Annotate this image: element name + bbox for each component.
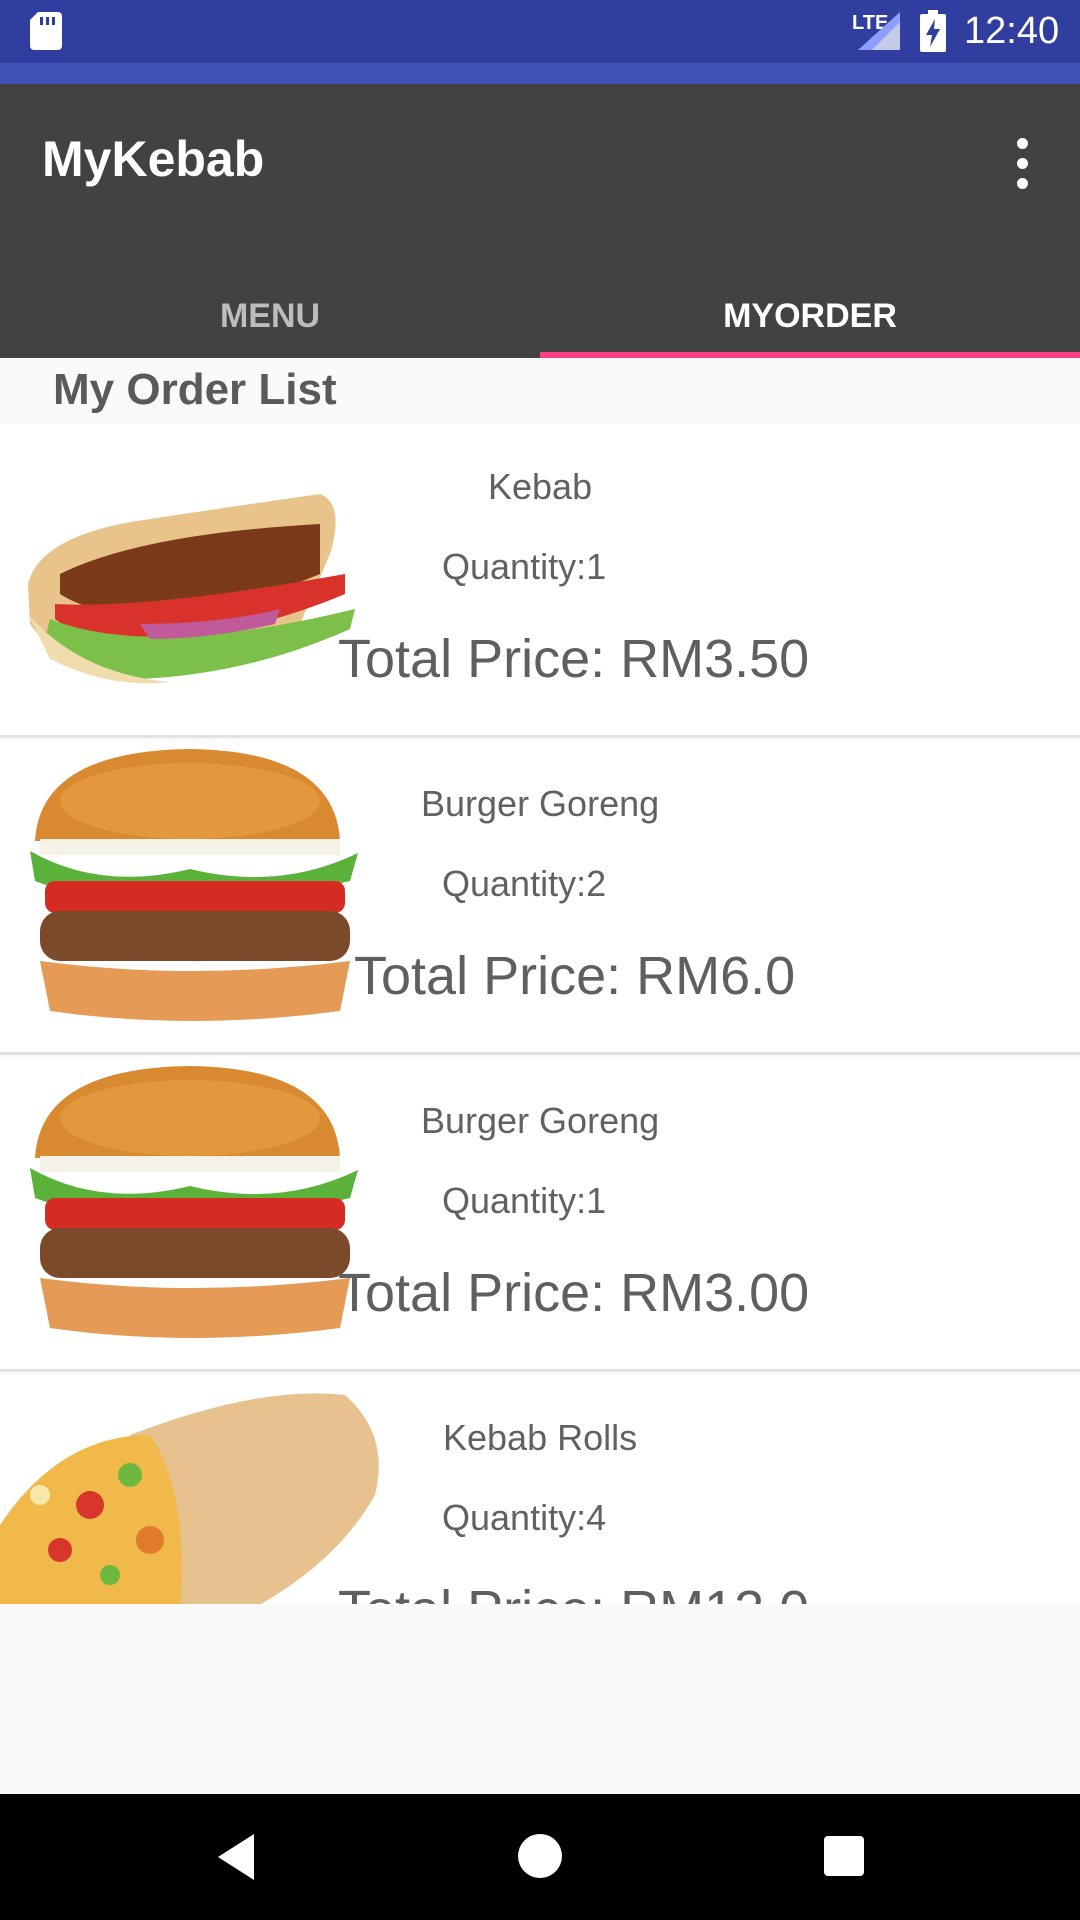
order-list[interactable]: Kebab Quantity:1 Total Price: RM3.50 Bur… (0, 424, 1080, 1604)
order-item[interactable]: Burger Goreng Quantity:2 Total Price: RM… (0, 741, 1080, 1055)
system-nav-bar (0, 1794, 1080, 1920)
item-total-price: Total Price: RM3.50 (338, 629, 810, 689)
item-quantity: Quantity:4 (442, 1497, 607, 1538)
back-icon[interactable] (214, 1832, 258, 1882)
order-item[interactable]: Kebab Rolls Quantity:4 Total Price: RM12… (0, 1375, 1080, 1604)
more-vert-icon[interactable] (1000, 128, 1044, 198)
item-name: Burger Goreng (421, 783, 660, 824)
tab-menu[interactable]: MENU (0, 274, 540, 358)
item-name: Kebab Rolls (443, 1417, 638, 1458)
battery-charging-icon (920, 10, 946, 52)
app-title: MyKebab (42, 131, 265, 187)
order-list-title: My Order List (53, 365, 337, 414)
item-total-price: Total Price: RM3.00 (338, 1263, 810, 1323)
lte-signal-icon (858, 12, 900, 50)
status-clock: 12:40 (964, 10, 1060, 52)
kebab-roll-image (0, 1393, 379, 1604)
recents-icon[interactable] (824, 1836, 864, 1876)
order-item[interactable]: Burger Goreng Quantity:1 Total Price: RM… (0, 1058, 1080, 1372)
item-quantity: Quantity:2 (442, 863, 607, 904)
item-total-price: Total Price: RM6.0 (354, 946, 796, 1006)
status-bar-accent (0, 63, 1080, 84)
app-toolbar: MyKebab MENU MYORDER (0, 84, 1080, 358)
sd-card-icon (30, 12, 62, 50)
item-name: Kebab (488, 466, 593, 507)
home-icon[interactable] (518, 1834, 562, 1878)
tab-myorder[interactable]: MYORDER (540, 274, 1080, 358)
order-item[interactable]: Kebab Quantity:1 Total Price: RM3.50 (0, 424, 1080, 738)
tab-bar: MENU MYORDER (0, 274, 1080, 358)
burger-image (30, 749, 358, 1021)
item-total-price: Total Price: RM12.0 (338, 1579, 1080, 1604)
item-quantity: Quantity:1 (442, 546, 607, 587)
item-quantity: Quantity:1 (442, 1180, 607, 1221)
item-name: Burger Goreng (421, 1100, 660, 1141)
